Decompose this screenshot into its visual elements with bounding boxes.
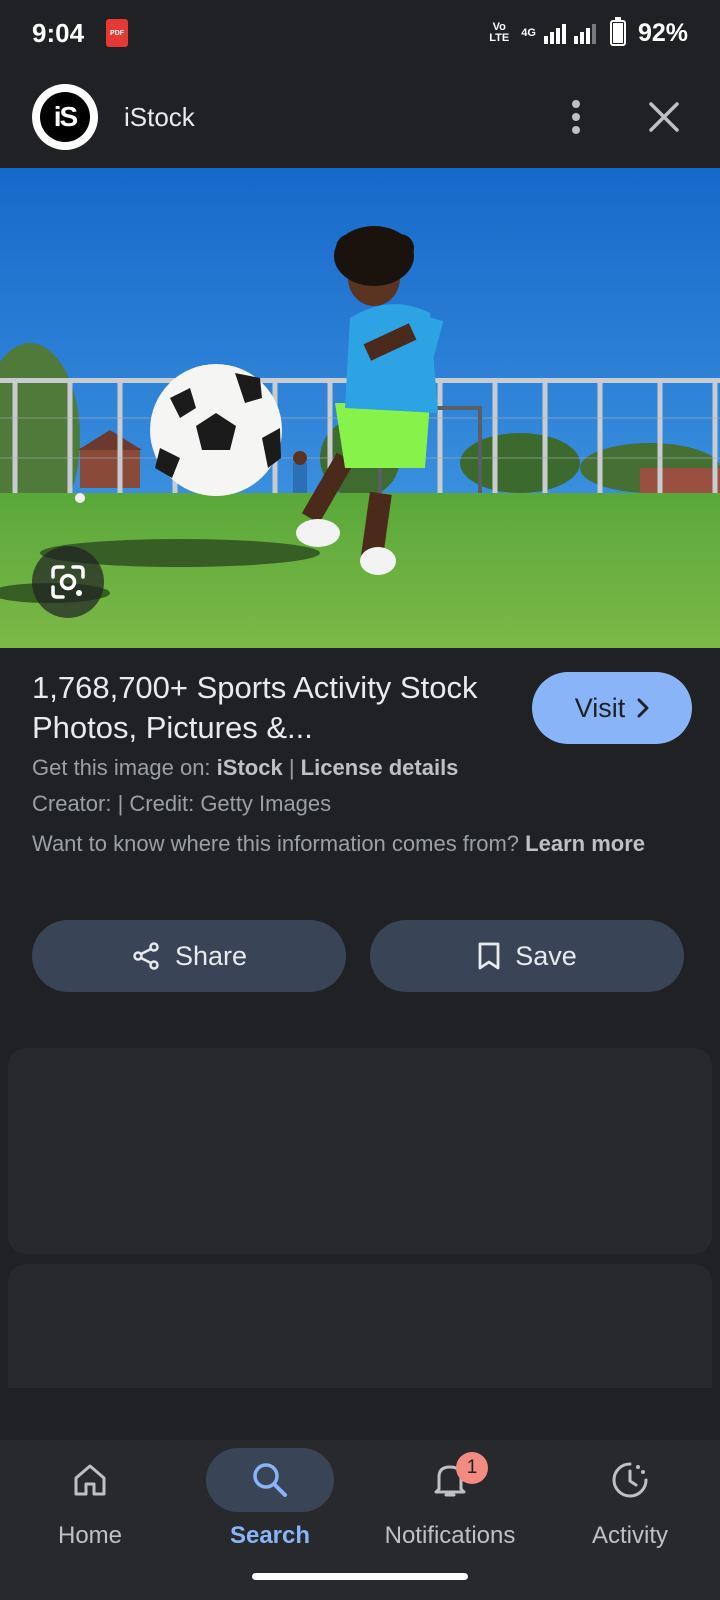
- home-indicator[interactable]: [252, 1573, 468, 1580]
- more-options-button[interactable]: [552, 93, 600, 141]
- logo-mark: iS: [40, 92, 90, 142]
- activity-icon: [612, 1462, 648, 1498]
- source-prefix: Get this image on:: [32, 755, 211, 780]
- info-question: Want to know where this information come…: [32, 831, 520, 856]
- google-lens-icon: [51, 565, 85, 599]
- close-icon: [649, 102, 679, 132]
- signal-strength-icon: [543, 22, 566, 44]
- close-button[interactable]: [640, 93, 688, 141]
- save-label: Save: [515, 940, 577, 971]
- result-title[interactable]: 1,768,700+ Sports Activity Stock Photos,…: [32, 668, 492, 748]
- volte-icon: Vo LTE: [485, 22, 513, 44]
- soccer-photo: [0, 168, 720, 648]
- google-lens-button[interactable]: [32, 546, 104, 618]
- more-vertical-icon: [572, 100, 580, 134]
- status-time: 9:04: [32, 17, 85, 48]
- license-details-link[interactable]: License details: [301, 755, 459, 780]
- chevron-right-icon: [637, 698, 649, 718]
- bookmark-icon: [478, 942, 500, 970]
- battery-percentage: 92%: [637, 18, 688, 47]
- notification-badge: 1: [456, 1452, 488, 1484]
- home-icon: [74, 1464, 106, 1496]
- nav-activity-label: Activity: [591, 1522, 668, 1549]
- network-type-icon: 4G: [521, 26, 536, 39]
- source-header: iS iStock: [0, 66, 720, 168]
- nav-notifications-label: Notifications: [384, 1522, 516, 1549]
- battery-icon: [609, 17, 626, 46]
- learn-more-link[interactable]: Learn more: [525, 831, 645, 856]
- signal-strength-2-icon: [573, 22, 596, 44]
- creator-line: Creator: | Credit: Getty Images: [32, 791, 332, 816]
- nav-search-icon-wrap: [206, 1448, 334, 1512]
- result-info: 1,768,700+ Sports Activity Stock Photos,…: [32, 668, 692, 860]
- action-buttons: Share Save: [32, 920, 684, 992]
- volte-label: Vo LTE: [489, 21, 510, 44]
- site-name[interactable]: iStock: [124, 102, 195, 133]
- nav-home-label: Home: [57, 1522, 123, 1549]
- status-indicators: Vo LTE 4G 92%: [485, 17, 688, 48]
- source-line: Get this image on: iStock | License deta…: [32, 752, 692, 784]
- status-bar: 9:04 PDF Vo LTE 4G 92%: [0, 0, 720, 66]
- info-source-line: Want to know where this information come…: [32, 828, 692, 860]
- result-image[interactable]: [0, 168, 720, 648]
- search-icon: [253, 1463, 287, 1497]
- content-card-placeholder: [8, 1264, 712, 1388]
- visit-label: Visit: [574, 692, 626, 723]
- nav-search-label: Search: [229, 1522, 311, 1549]
- share-label: Share: [174, 940, 248, 971]
- visit-button[interactable]: Visit: [532, 672, 692, 744]
- share-icon: [133, 942, 159, 970]
- separator: |: [288, 755, 295, 780]
- content-card-placeholder: [8, 1048, 712, 1254]
- nav-notifications-icon-wrap: 1: [386, 1448, 514, 1512]
- istock-logo[interactable]: iS: [32, 84, 98, 150]
- pdf-notification-icon: PDF: [106, 19, 129, 47]
- nav-activity[interactable]: Activity: [545, 1448, 715, 1600]
- share-button[interactable]: Share: [32, 920, 346, 992]
- nav-home[interactable]: Home: [5, 1448, 175, 1600]
- nav-home-icon-wrap: [26, 1448, 154, 1512]
- source-link[interactable]: iStock: [217, 755, 283, 780]
- save-button[interactable]: Save: [370, 920, 684, 992]
- nav-activity-icon-wrap: [566, 1448, 694, 1512]
